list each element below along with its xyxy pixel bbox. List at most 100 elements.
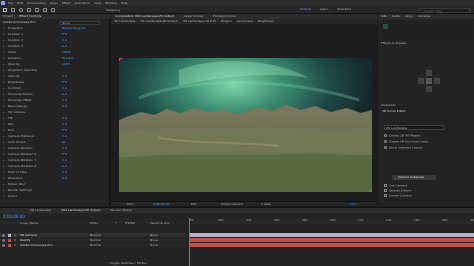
right-section-header[interactable]: Effects & Presets — [381, 42, 471, 46]
layer-mode[interactable]: Normal — [90, 233, 101, 237]
checkbox-icon[interactable] — [384, 184, 387, 187]
effect-property-value[interactable]: 0.0 — [62, 99, 67, 102]
vr-option[interactable]: Show Selected Layers — [384, 146, 422, 150]
arrow-left-icon[interactable] — [418, 78, 424, 84]
menu-view[interactable]: View — [94, 1, 101, 5]
layer-name[interactable]: Rectify — [20, 238, 30, 242]
effect-property-row[interactable]: ▸ VR Camera — [0, 111, 110, 115]
viewer-timecode[interactable]: 0;00;00;00 — [153, 203, 169, 206]
arrow-right-icon[interactable] — [434, 78, 440, 84]
tab-audio[interactable]: Audio — [392, 15, 401, 19]
viewer-subtab[interactable]: VR Landscape-VR Edit — [183, 20, 216, 24]
resolution-select[interactable]: Full — [191, 203, 196, 206]
effect-property-value[interactable]: 0.0 — [62, 135, 67, 138]
timeline-timecode[interactable]: 0;00;00;00 — [3, 215, 25, 219]
menu-effect[interactable]: Effect — [62, 1, 71, 5]
disclosure-triangle-icon[interactable]: ▸ — [3, 69, 5, 72]
orientation-pad[interactable] — [418, 70, 440, 92]
rotate-tool-icon[interactable] — [27, 8, 31, 12]
menu-animation[interactable]: Animation — [75, 1, 90, 5]
effect-property-value[interactable]: 0.0 — [62, 105, 67, 108]
disclosure-triangle-icon[interactable]: ▸ — [3, 81, 5, 84]
viewer-subtab[interactable]: Dragon — [221, 20, 232, 24]
effect-property-value[interactable]: On — [62, 141, 66, 144]
viewer-subtab[interactable]: Landscape — [237, 20, 253, 24]
effect-property-value[interactable]: 0x+0.0 — [62, 57, 73, 60]
effect-property-row[interactable]: ▸ Brightness 0.0 — [0, 81, 110, 85]
layer-color-label[interactable] — [8, 238, 11, 242]
effect-property-row[interactable]: ▸ Solution 3 0.0 — [0, 45, 110, 49]
disclosure-triangle-icon[interactable]: ▸ — [3, 165, 5, 168]
disclosure-triangle-icon[interactable]: ▸ — [3, 147, 5, 150]
tab-libraries[interactable]: Libraries — [418, 15, 431, 19]
arrow-up-icon[interactable] — [426, 70, 432, 76]
workspace-default[interactable]: Default — [300, 8, 311, 11]
effect-property-row[interactable]: ▸ Distortion 0.0 — [0, 177, 110, 181]
eye-icon[interactable] — [2, 243, 5, 247]
disclosure-triangle-icon[interactable]: ▸ — [3, 39, 5, 42]
disclosure-triangle-icon[interactable]: ▸ — [3, 87, 5, 90]
effect-property-value[interactable]: 0.0 — [62, 87, 67, 90]
effect-property-row[interactable]: ▸ Camera Rotation Y 0.0 — [0, 159, 110, 163]
disclosure-triangle-icon[interactable]: ▸ — [3, 57, 5, 60]
effect-property-row[interactable]: ▸ Contrast 0.0 — [0, 87, 110, 91]
effect-property-value[interactable]: 0.0 — [62, 177, 67, 180]
disclosure-triangle-icon[interactable]: ▸ — [3, 153, 5, 156]
radio-icon[interactable] — [384, 134, 387, 137]
viewer-subtab[interactable]: VR Landscape — [114, 20, 135, 24]
app-logo-icon[interactable] — [1, 1, 5, 5]
effect-property-row[interactable]: ▸ Camera Distance 0.0 — [0, 135, 110, 139]
selection-tool-icon[interactable] — [3, 8, 7, 12]
effect-property-value[interactable]: 0.0 — [62, 153, 67, 156]
effect-property-value[interactable]: 0.0 — [62, 159, 67, 162]
tab-project[interactable]: Project — [3, 15, 13, 19]
layer-mode[interactable]: Normal — [90, 238, 101, 242]
disclosure-triangle-icon[interactable]: ▸ — [3, 129, 5, 132]
layer-parent[interactable]: None — [150, 243, 158, 247]
effect-property-value[interactable]: Equirectangular — [62, 27, 86, 30]
section-label[interactable]: Character — [381, 104, 396, 107]
effect-property-row[interactable]: ▸ Motion Blur — [0, 183, 110, 187]
timeline-layer-row[interactable]: 3 Adobe Immersive Env Normal None — [0, 243, 186, 247]
viewer-subtab[interactable]: VR Landscape-VR Output — [140, 20, 178, 24]
layer-name[interactable]: VR Camera — [20, 233, 37, 237]
effect-property-row[interactable]: ▸ Camera Rotation X 0.0 — [0, 153, 110, 157]
disclosure-triangle-icon[interactable]: ▸ — [3, 159, 5, 162]
effect-property-row[interactable]: ▸ Pan 0.0 — [0, 123, 110, 127]
disclosure-triangle-icon[interactable]: ▸ — [3, 141, 5, 144]
effect-property-row[interactable]: ▸ Opacity 100% — [0, 63, 110, 67]
playhead[interactable] — [189, 218, 190, 266]
effect-property-row[interactable]: ▸ Rotation 0x+0.0 — [0, 57, 110, 61]
effect-property-row[interactable]: ▸ Render Settings — [0, 189, 110, 193]
effect-dropdown[interactable]: None — [60, 21, 100, 25]
tab-align[interactable]: Align — [405, 15, 413, 19]
timeline-layer-row[interactable]: 2 Rectify Normal None — [0, 238, 186, 242]
eye-icon[interactable] — [2, 233, 5, 237]
effect-property-value[interactable]: 0.0 — [62, 93, 67, 96]
vr-checkbox[interactable]: Use Camera — [384, 184, 407, 188]
effect-property-row[interactable]: ▸ Tonemap Radius 0.0 — [0, 93, 110, 97]
zoom-level[interactable]: 50% — [127, 203, 134, 206]
pen-tool-icon[interactable] — [43, 8, 47, 12]
vr-dropdown[interactable]: VR Landscape — [384, 125, 444, 130]
arrow-down-icon[interactable] — [426, 86, 432, 92]
effect-property-value[interactable]: 0.0 — [62, 129, 67, 132]
effect-property-value[interactable]: 0.0 — [62, 165, 67, 168]
effect-property-row[interactable]: ▸ Projection Specifics — [0, 69, 110, 73]
effect-property-value[interactable]: 0.0 — [62, 39, 67, 42]
aurora-landscape-preview[interactable] — [119, 58, 372, 192]
effect-property-row[interactable]: ▸ Tilt 0.0 — [0, 117, 110, 121]
layer-color-label[interactable] — [8, 243, 11, 247]
effect-property-row[interactable]: ▸ Camera Rotation Z 0.0 — [0, 165, 110, 169]
disclosure-triangle-icon[interactable]: ▸ — [3, 27, 5, 30]
radio-icon[interactable] — [384, 146, 387, 149]
layer-track-2[interactable] — [190, 238, 474, 242]
checkbox-icon[interactable] — [384, 189, 387, 192]
hand-tool-icon[interactable] — [11, 8, 15, 12]
camera-tool-icon[interactable] — [35, 8, 39, 12]
view-layout-select[interactable]: 1 View — [261, 203, 271, 206]
time-ruler[interactable]: 0s 02s 04s 06s 08s 10s 12s 14s 16s 18s 20s — [188, 218, 474, 224]
arrow-center-icon[interactable] — [426, 78, 432, 84]
layer-name[interactable]: Adobe Immersive Env — [20, 243, 53, 247]
menu-edit[interactable]: Edit — [17, 1, 23, 5]
